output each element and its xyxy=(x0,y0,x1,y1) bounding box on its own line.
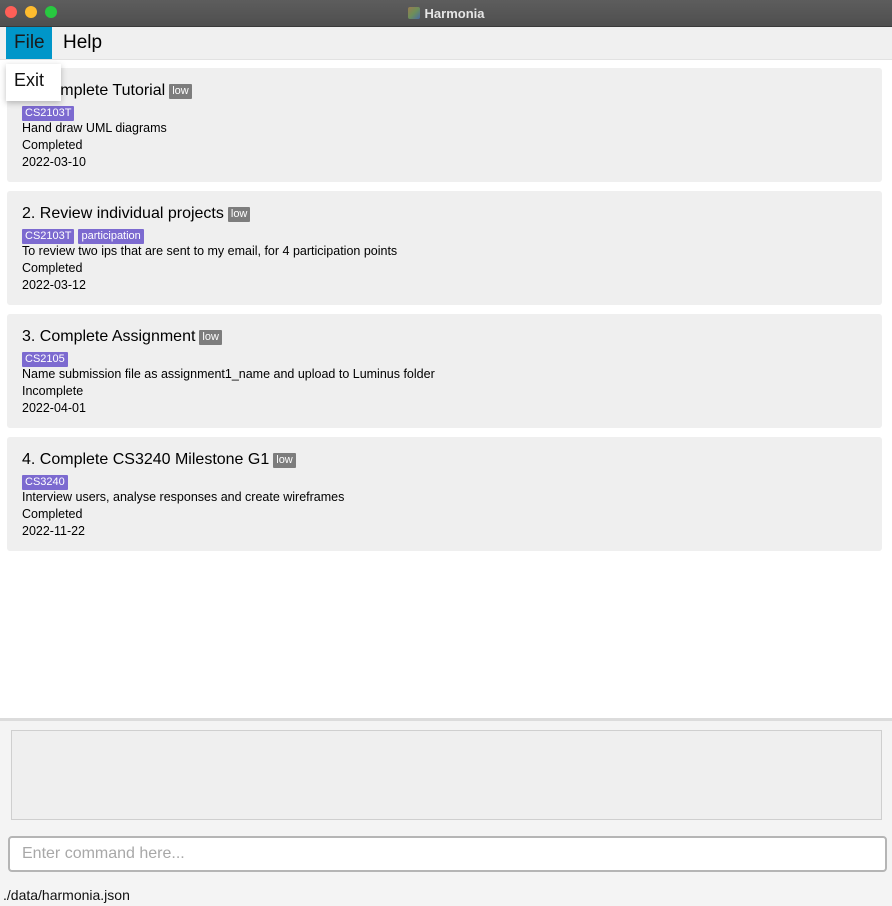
task-title: 3. Complete Assignment xyxy=(22,328,196,345)
status-bar-file-path: ./data/harmonia.json xyxy=(3,887,130,903)
task-title: 4. Complete CS3240 Milestone G1 xyxy=(22,451,270,468)
task-list: 1. Complete Tutorial low CS2103T Hand dra… xyxy=(7,68,882,560)
task-status: Completed xyxy=(22,261,83,275)
task-tags: CS2105 xyxy=(22,349,867,367)
menu-help[interactable]: Help xyxy=(55,27,110,59)
menu-item-exit[interactable]: Exit xyxy=(14,70,44,91)
file-dropdown-menu: Exit xyxy=(6,64,61,101)
task-card[interactable]: 4. Complete CS3240 Milestone G1 low CS324… xyxy=(7,437,882,551)
task-status: Completed xyxy=(22,138,83,152)
task-date: 2022-03-12 xyxy=(22,278,86,292)
result-display[interactable] xyxy=(11,730,882,820)
task-date: 2022-04-01 xyxy=(22,401,86,415)
task-tags: CS3240 xyxy=(22,472,867,490)
command-input[interactable] xyxy=(8,836,887,872)
priority-badge: low xyxy=(169,84,192,99)
task-description: Hand draw UML diagrams xyxy=(22,121,167,135)
command-region: ./data/harmonia.json xyxy=(0,718,892,906)
tag-label: CS3240 xyxy=(22,475,68,490)
task-tags: CS2103T xyxy=(22,103,867,121)
task-tags: CS2103T participation xyxy=(22,226,867,244)
priority-badge: low xyxy=(199,330,222,345)
tag-label: CS2105 xyxy=(22,352,68,367)
tag-label: CS2103T xyxy=(22,229,75,244)
app-icon xyxy=(407,7,420,19)
menu-bar: File Help xyxy=(0,27,892,60)
task-description: Interview users, analyse responses and c… xyxy=(22,490,345,504)
menu-file[interactable]: File xyxy=(6,27,52,59)
priority-badge: low xyxy=(273,453,296,468)
window-title: Harmonia xyxy=(424,5,485,21)
task-title: 2. Review individual projects xyxy=(22,205,224,222)
priority-badge: low xyxy=(227,207,251,222)
task-date: 2022-11-22 xyxy=(22,524,86,538)
task-date: 2022-03-10 xyxy=(22,155,86,169)
task-card[interactable]: 2. Review individual projects low CS2103T… xyxy=(7,191,882,305)
task-description: To review two ips that are sent to my em… xyxy=(22,244,398,258)
task-card[interactable]: 3. Complete Assignment low CS2105 Name su… xyxy=(7,314,882,428)
task-card[interactable]: 1. Complete Tutorial low CS2103T Hand dra… xyxy=(7,68,882,182)
tag-label: participation xyxy=(78,229,144,244)
window-title-bar: Harmonia xyxy=(0,0,892,27)
tag-label: CS2103T xyxy=(22,106,75,121)
task-status: Incomplete xyxy=(22,384,84,398)
task-status: Completed xyxy=(22,507,83,521)
task-description: Name submission file as assignment1_name… xyxy=(22,367,435,381)
